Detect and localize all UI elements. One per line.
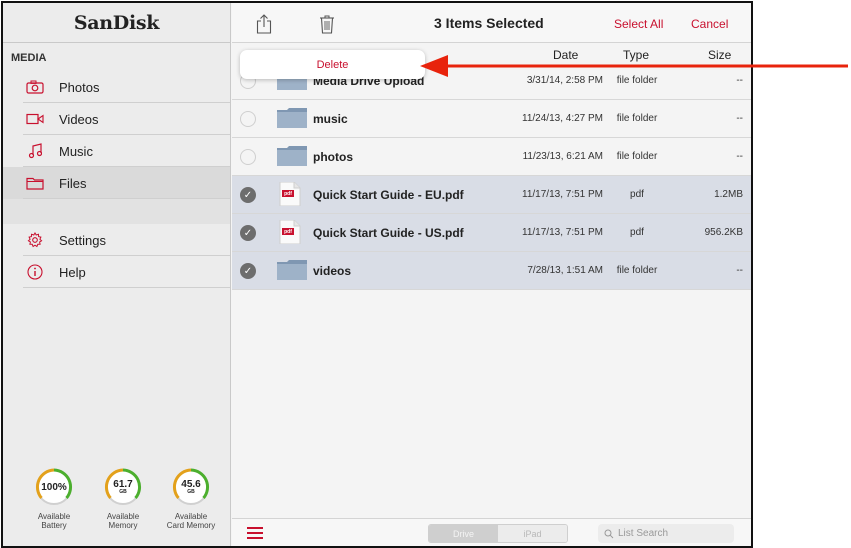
annotation-arrow	[420, 55, 848, 77]
